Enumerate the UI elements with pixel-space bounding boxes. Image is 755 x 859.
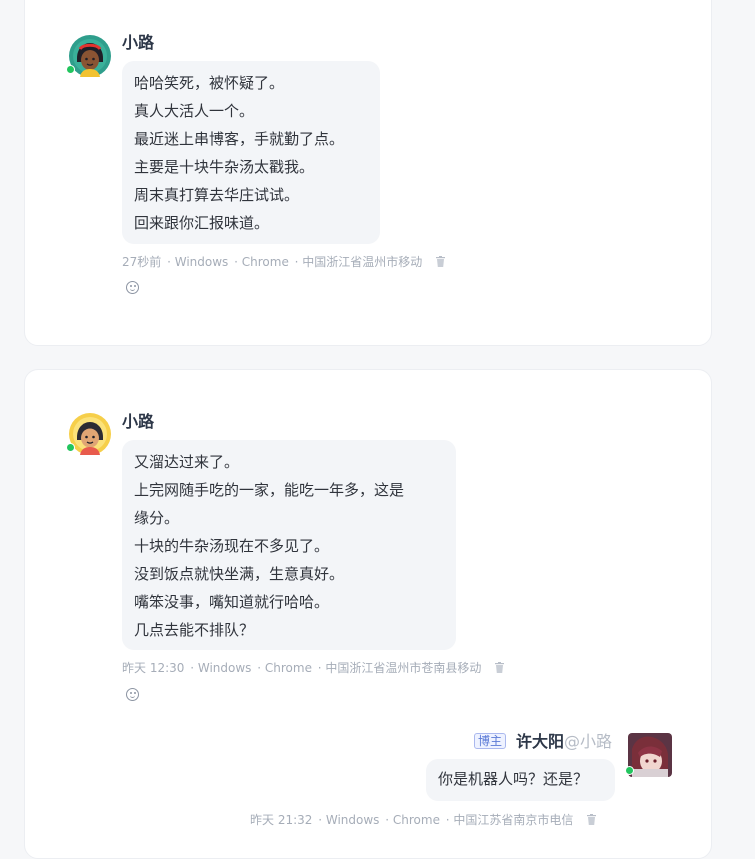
reply-meta: 昨天 21:32 · Windows · Chrome · 中国江苏省南京市电信 <box>250 813 597 827</box>
online-status-dot <box>66 65 75 74</box>
comment-line: 周末真打算去华庄试试。 <box>134 186 300 204</box>
comment-card: 小路 又溜达过来了。 上完网随手吃的一家，能吃一年多，这是 缘分。 十块的牛杂汤… <box>24 369 712 859</box>
admin-badge: 博主 <box>474 733 507 749</box>
trash-icon[interactable] <box>587 814 597 825</box>
avatar[interactable] <box>66 412 112 456</box>
comment-meta: 昨天 12:30 · Windows · Chrome · 中国浙江省温州市苍南… <box>122 661 505 675</box>
comment-time: 27秒前 <box>122 255 162 269</box>
smiley-icon[interactable] <box>126 281 139 294</box>
reply-os: · Windows <box>318 813 380 827</box>
comment-line: 上完网随手吃的一家，能吃一年多，这是 <box>134 481 405 499</box>
reply-browser: · Chrome <box>385 813 440 827</box>
avatar-girl-yellow-icon <box>69 413 111 455</box>
comment-os: · Windows <box>167 255 229 269</box>
comment-browser: · Chrome <box>234 255 289 269</box>
reply-content: 你是机器人吗？还是？ <box>426 759 615 801</box>
comment-author[interactable]: 小路 <box>122 412 154 432</box>
comment-location: · 中国浙江省温州市移动 <box>294 255 423 269</box>
comment-os: · Windows <box>190 661 252 675</box>
reply-text: 你是机器人吗？还是？ <box>438 770 589 788</box>
reply-avatar[interactable] <box>625 733 672 777</box>
comment-content: 又溜达过来了。 上完网随手吃的一家，能吃一年多，这是 缘分。 十块的牛杂汤现在不… <box>122 440 456 650</box>
avatar-anime-icon <box>628 733 672 777</box>
comment-author[interactable]: 小路 <box>122 33 154 53</box>
comment-meta: 27秒前 · Windows · Chrome · 中国浙江省温州市移动 <box>122 255 446 269</box>
comment-line: 哈哈笑死，被怀疑了。 <box>134 74 285 92</box>
comment-line: 主要是十块牛杂汤太戳我。 <box>134 158 315 176</box>
comment-time: 昨天 12:30 <box>122 661 185 675</box>
trash-icon[interactable] <box>436 256 446 267</box>
trash-icon[interactable] <box>495 662 505 673</box>
comment-card: 小路 哈哈笑死，被怀疑了。 真人大活人一个。 最近迷上串博客，手就勤了点。 主要… <box>24 0 712 346</box>
comment-content: 哈哈笑死，被怀疑了。 真人大活人一个。 最近迷上串博客，手就勤了点。 主要是十块… <box>122 61 380 244</box>
reply-time: 昨天 21:32 <box>250 813 313 827</box>
avatar-girl-green-icon <box>69 35 111 77</box>
comment-line: 十块的牛杂汤现在不多见了。 <box>134 537 330 555</box>
comment-line: 没到饭点就快坐满，生意真好。 <box>134 565 345 583</box>
comment-browser: · Chrome <box>257 661 312 675</box>
comment-location: · 中国浙江省温州市苍南县移动 <box>317 661 482 675</box>
comment-line: 最近迷上串博客，手就勤了点。 <box>134 130 345 148</box>
reply-author[interactable]: 许大阳@小路 <box>516 732 612 752</box>
comment-line: 缘分。 <box>134 509 180 527</box>
reply-author-name: 许大阳 <box>516 732 565 751</box>
comment-line: 嘴笨没事，嘴知道就行哈哈。 <box>134 593 330 611</box>
comment-line: 又溜达过来了。 <box>134 453 240 471</box>
comment-line: 几点去能不排队？ <box>134 621 255 639</box>
comment-line: 真人大活人一个。 <box>134 102 255 120</box>
comment-line: 回来跟你汇报味道。 <box>134 214 270 232</box>
reply-location: · 中国江苏省南京市电信 <box>445 813 574 827</box>
online-status-dot <box>625 766 634 775</box>
avatar[interactable] <box>66 34 112 78</box>
online-status-dot <box>66 443 75 452</box>
smiley-icon[interactable] <box>126 688 139 701</box>
reply-to-mention[interactable]: @小路 <box>564 732 612 751</box>
